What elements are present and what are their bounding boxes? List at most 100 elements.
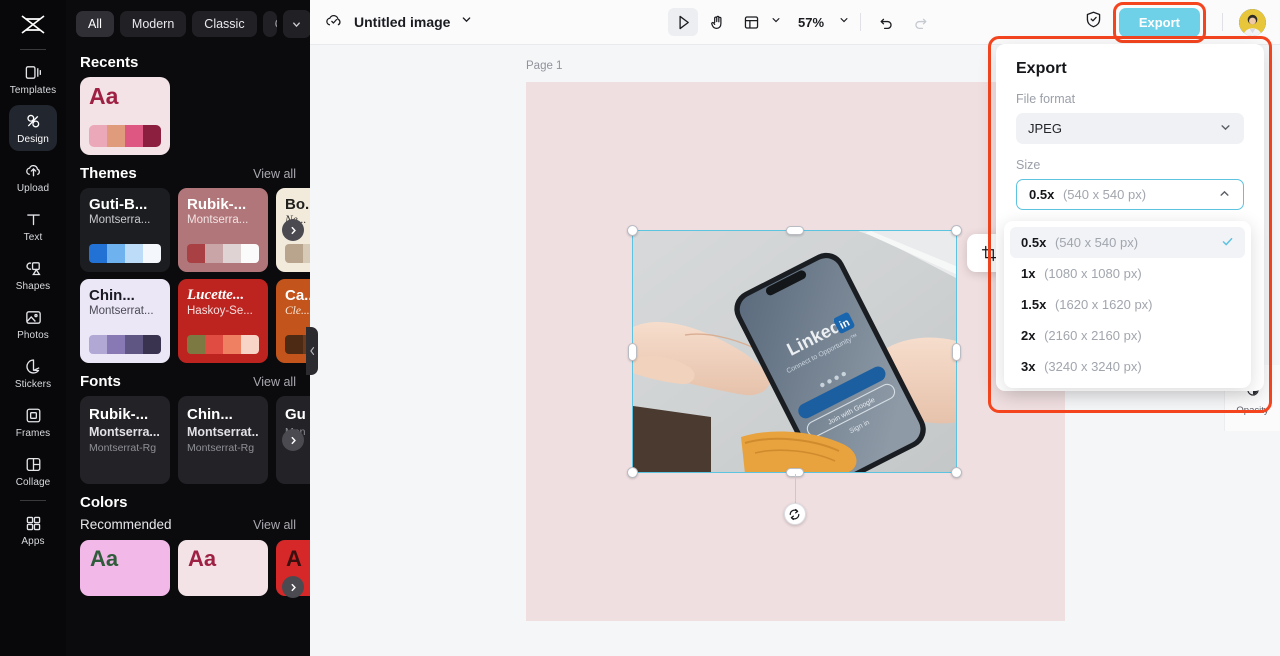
resize-handle-right[interactable] [952, 342, 961, 361]
text-icon [23, 210, 43, 230]
sidebar-item-shapes[interactable]: Shapes [9, 252, 57, 298]
document-title[interactable]: Untitled image [354, 14, 450, 30]
theme-card[interactable]: Guti-B... Montserra... [80, 188, 170, 272]
theme-card-swatches [285, 243, 310, 263]
sidebar-item-upload[interactable]: Upload [9, 154, 57, 200]
select-tool-button[interactable] [668, 8, 698, 36]
theme-card-font: Montserrat... [89, 305, 154, 318]
hand-tool-button[interactable] [702, 8, 732, 36]
theme-card-name: Rubik-... [187, 197, 247, 213]
theme-card[interactable]: Rubik-... Montserra... [178, 188, 268, 272]
sidebar-item-text[interactable]: Text [9, 203, 57, 249]
themes-view-all[interactable]: View all [253, 167, 296, 181]
size-label: Size [1016, 158, 1041, 172]
export-button[interactable]: Export [1118, 7, 1200, 37]
size-option[interactable]: 1.5x (1620 x 1620 px) [1010, 289, 1245, 320]
recents-card[interactable]: Aa [80, 77, 170, 155]
zoom-level-value[interactable]: 57% [796, 15, 826, 30]
size-option-dimensions: (1620 x 1620 px) [1054, 297, 1153, 312]
font-card-line2: Montserrat... [187, 425, 259, 439]
filter-more-button[interactable] [282, 10, 310, 38]
theme-card-name: Guti-B... [89, 197, 148, 213]
sidebar-item-label: Collage [15, 476, 51, 488]
photos-icon [23, 308, 43, 328]
rotate-handle[interactable] [783, 503, 806, 525]
file-format-label: File format [1016, 92, 1076, 106]
theme-card-font: Montserra... [89, 214, 151, 227]
recents-card-swatches [89, 125, 161, 147]
size-options-dropdown: 0.5x (540 x 540 px) 1x (1080 x 1080 px) … [1004, 221, 1251, 388]
undo-button[interactable] [871, 8, 901, 36]
resize-handle-left[interactable] [628, 342, 637, 361]
sidebar-item-frames[interactable]: Frames [9, 399, 57, 445]
toolbar-center-group: 57% [668, 8, 935, 36]
size-option[interactable]: 2x (2160 x 2160 px) [1010, 320, 1245, 351]
themes-row-2: Chin... Montserrat... Lucette... Haskoy-… [66, 279, 310, 363]
layout-tool-button[interactable] [736, 8, 766, 36]
sidebar-item-label: Templates [9, 84, 57, 96]
size-option[interactable]: 3x (3240 x 3240 px) [1010, 351, 1245, 382]
filter-chip-classic[interactable]: Classic [192, 11, 257, 37]
filter-chip-cool[interactable]: Cool [262, 11, 277, 37]
theme-card[interactable]: Chin... Montserrat... [80, 279, 170, 363]
resize-handle-top-left[interactable] [627, 225, 638, 236]
fonts-next-button[interactable] [282, 429, 304, 451]
sidebar-item-stickers[interactable]: Stickers [9, 350, 57, 396]
size-value-multiplier: 0.5x [1029, 187, 1055, 202]
cloud-check-icon[interactable] [324, 10, 344, 35]
sidebar-item-photos[interactable]: Photos [9, 301, 57, 347]
colors-next-button[interactable] [282, 576, 304, 598]
font-card[interactable]: Chin... Montserrat... Montserrat-Rg [178, 396, 268, 484]
colors-row: Aa Aa A [66, 540, 310, 598]
theme-card-font: Cle... [285, 305, 310, 318]
sidebar-item-apps[interactable]: Apps [9, 507, 57, 553]
sidebar-item-templates[interactable]: Templates [9, 56, 57, 102]
redo-button[interactable] [905, 8, 935, 36]
sidebar-item-collage[interactable]: Collage [9, 448, 57, 494]
page-label: Page 1 [526, 60, 563, 72]
theme-card-swatches [187, 334, 259, 354]
colors-header: Colors [66, 484, 310, 517]
shield-check-icon[interactable] [1084, 10, 1103, 34]
filter-chip-modern[interactable]: Modern [119, 11, 187, 37]
file-format-select[interactable]: JPEG [1016, 113, 1244, 144]
resize-handle-bottom-left[interactable] [627, 467, 638, 478]
chevron-down-icon[interactable] [460, 13, 473, 31]
theme-card[interactable]: Ca... Cle... [276, 279, 310, 363]
recommended-label: Recommended [80, 517, 172, 532]
capcut-logo-icon[interactable] [13, 8, 53, 42]
theme-card-name: Chin... [89, 288, 135, 304]
zoom-caret-icon[interactable] [838, 13, 850, 31]
color-card[interactable]: Aa [80, 540, 170, 596]
size-option[interactable]: 0.5x (540 x 540 px) [1010, 227, 1245, 258]
sidebar-item-label: Upload [16, 182, 50, 194]
color-card-sample: Aa [188, 546, 217, 571]
theme-card[interactable]: Lucette... Haskoy-Se... [178, 279, 268, 363]
font-card-line2: Montserra... [89, 425, 160, 439]
colors-view-all[interactable]: View all [253, 518, 296, 532]
sidebar-item-label: Apps [21, 535, 45, 547]
rotate-connector [794, 474, 796, 503]
color-card[interactable]: Aa [178, 540, 268, 596]
size-option-multiplier: 2x [1021, 328, 1036, 343]
user-avatar[interactable] [1239, 8, 1266, 36]
selected-image-element[interactable]: Linked in Connect to Opportunity™ Join w… [627, 225, 962, 525]
filter-chip-all[interactable]: All [76, 11, 114, 37]
resize-handle-bottom-right[interactable] [951, 467, 962, 478]
size-select[interactable]: 0.5x (540 x 540 px) [1016, 179, 1244, 210]
panel-collapse-handle[interactable] [306, 327, 318, 375]
size-option[interactable]: 1x (1080 x 1080 px) [1010, 258, 1245, 289]
layout-caret-icon[interactable] [770, 13, 782, 31]
colors-title: Colors [80, 494, 128, 511]
font-card-line1: Rubik-... [89, 406, 149, 423]
font-card[interactable]: Rubik-... Montserra... Montserrat-Rg [80, 396, 170, 484]
upload-cloud-icon [23, 161, 43, 181]
fonts-view-all[interactable]: View all [253, 375, 296, 389]
resize-handle-top-right[interactable] [951, 225, 962, 236]
check-icon [1221, 235, 1234, 251]
font-card-line3: Montserrat-Rg [187, 442, 255, 455]
themes-next-button[interactable] [282, 219, 304, 241]
resize-handle-top[interactable] [785, 226, 804, 235]
size-option-dimensions: (2160 x 2160 px) [1044, 328, 1142, 343]
sidebar-item-design[interactable]: Design [9, 105, 57, 151]
